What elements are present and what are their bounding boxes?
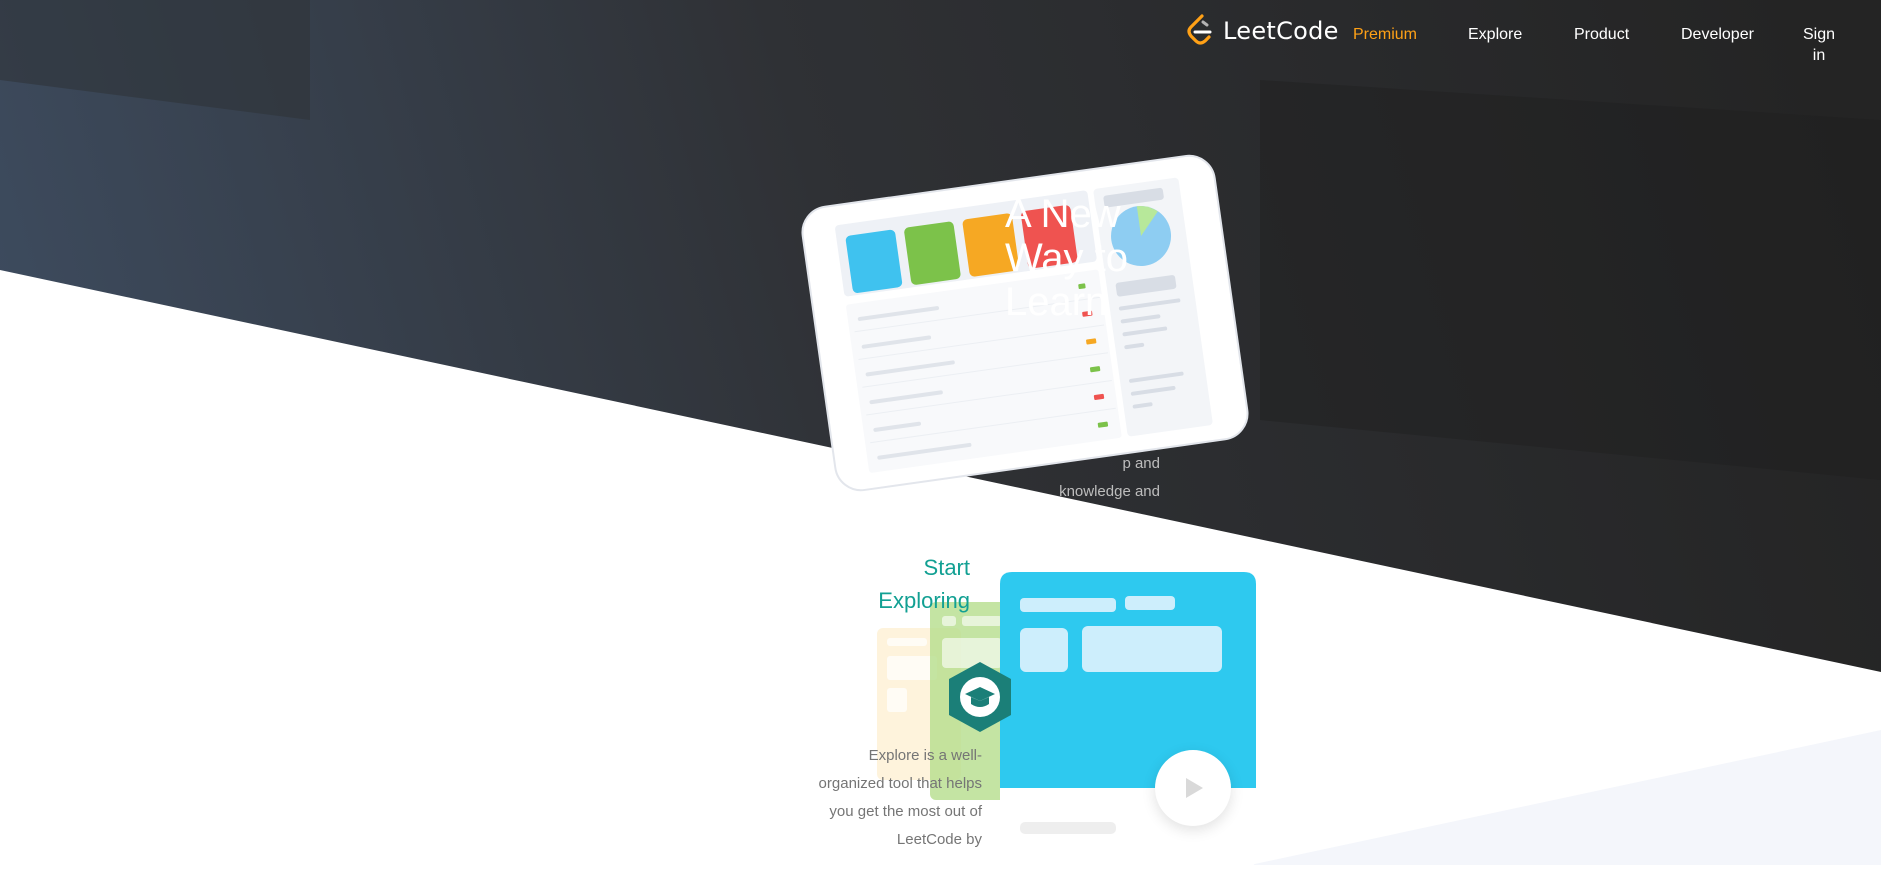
- start-exploring-heading[interactable]: Start Exploring: [860, 551, 970, 617]
- logo-text: LeetCode: [1223, 17, 1339, 45]
- nav-premium-link[interactable]: Premium: [1353, 24, 1417, 45]
- nav-developer-link[interactable]: Developer: [1681, 24, 1754, 45]
- hero-description-line: knowledge and: [1059, 483, 1160, 500]
- nav-product-link[interactable]: Product: [1574, 24, 1629, 45]
- hero-title: A New Way to Learn: [1005, 192, 1128, 324]
- graduation-cap-icon: [943, 660, 1017, 734]
- play-button[interactable]: [1155, 750, 1231, 826]
- explore-description: Explore is a well-organized tool that he…: [818, 747, 982, 848]
- top-navigation: LeetCode Premium Explore Product Develop…: [0, 0, 1881, 70]
- logo[interactable]: LeetCode: [1185, 14, 1339, 48]
- nav-sign-in-link[interactable]: Sign in: [1799, 24, 1839, 66]
- leetcode-logo-icon: [1187, 14, 1212, 45]
- play-icon: [1186, 778, 1203, 798]
- nav-explore-link[interactable]: Explore: [1468, 24, 1522, 45]
